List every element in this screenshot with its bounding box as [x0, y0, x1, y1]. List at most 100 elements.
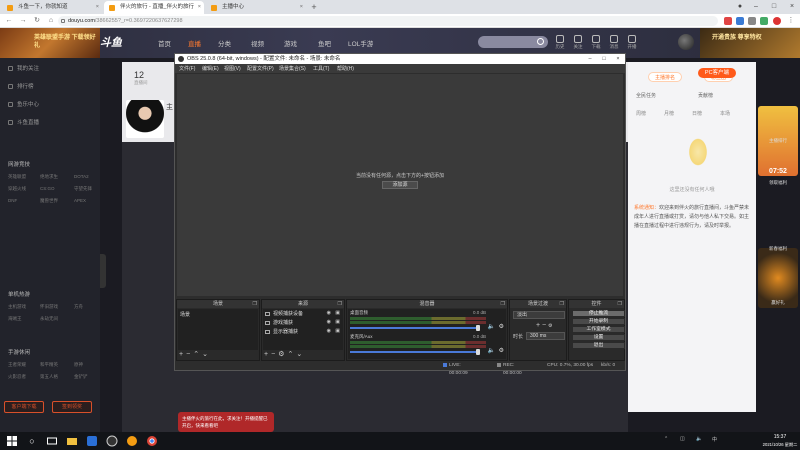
site-logo[interactable]: 斗鱼 — [100, 34, 140, 50]
windows-start-icon[interactable] — [6, 435, 18, 447]
visibility-eye-icon[interactable]: ◉ — [327, 319, 331, 325]
sidebar-section-title[interactable]: 网游竞技 — [8, 160, 30, 168]
lock-icon[interactable]: ▣ — [335, 310, 340, 316]
lock-icon[interactable]: ▣ — [335, 328, 340, 334]
sidebar-section-title[interactable]: 单机热游 — [8, 290, 30, 298]
minimize-button[interactable]: – — [748, 0, 764, 14]
extension-icon[interactable] — [736, 17, 744, 25]
sidebar-cell[interactable]: DOTA2 — [74, 174, 89, 179]
tab-contrib[interactable]: 贡献榜 — [698, 92, 713, 99]
sidebar-cell[interactable]: 英雄联盟 — [8, 174, 26, 180]
nav-home[interactable]: 首页 — [158, 38, 171, 48]
obs-minimize-button[interactable]: – — [583, 54, 597, 64]
volume-slider[interactable] — [350, 327, 478, 329]
nav-game[interactable]: 游戏 — [284, 38, 297, 48]
sidebar-cell[interactable]: 守望先锋 — [74, 186, 92, 192]
visibility-eye-icon[interactable]: ◉ — [327, 310, 331, 316]
menu-file[interactable]: 文件(F) — [179, 65, 195, 72]
sidebar-cell[interactable]: 和平精英 — [40, 362, 58, 368]
sidebar-cell[interactable]: 主机游戏 — [8, 304, 26, 310]
forward-icon[interactable]: → — [18, 16, 28, 26]
user-avatar[interactable] — [678, 34, 694, 50]
visibility-eye-icon[interactable]: ◉ — [327, 328, 331, 334]
add-source-button[interactable]: 添加源 — [382, 181, 418, 189]
gear-icon[interactable]: ⚙ — [548, 323, 552, 329]
source-list[interactable]: 视频捕获设备 ◉ ▣ 游戏捕获 ◉ ▣ 显示器捕获 ◉ ▣ — [263, 309, 343, 350]
studio-mode-button[interactable]: 工作室模式 — [572, 326, 625, 333]
menu-tools[interactable]: 工具(T) — [313, 65, 329, 72]
menu-scene-collection[interactable]: 场景集合(S) — [279, 65, 306, 72]
reload-icon[interactable]: ↻ — [32, 16, 42, 26]
subtab-month[interactable]: 月榜 — [664, 110, 674, 117]
sidebar-cell[interactable]: 原神 — [74, 362, 83, 368]
start-recording-button[interactable]: 开始录制 — [572, 318, 625, 325]
menu-help[interactable]: 帮助(H) — [337, 65, 354, 72]
undock-icon[interactable]: ❐ — [338, 300, 342, 308]
sidebar-cell[interactable]: APEX — [74, 198, 86, 203]
pc-client-badge[interactable]: PC客户端 — [698, 68, 736, 78]
duration-spinbox[interactable]: 300 ms — [526, 332, 565, 340]
close-window-button[interactable]: × — [784, 0, 800, 14]
menu-profile[interactable]: 配置文件(P) — [247, 65, 274, 72]
list-item[interactable]: 显示器捕获 — [265, 328, 298, 335]
follow-toast[interactable]: 主播伴火的旅行在此，求关注！开播提醒已开启，快来看看吧 — [178, 412, 274, 432]
volume-slider-handle[interactable] — [476, 325, 480, 331]
menu-icon[interactable]: ⋮ — [787, 17, 795, 25]
puzzle-icon[interactable] — [748, 17, 756, 25]
obs-taskbar-icon[interactable] — [106, 435, 118, 447]
file-explorer-icon[interactable] — [66, 435, 78, 447]
transition-select[interactable]: 淡出 — [513, 311, 565, 319]
sidebar-cell[interactable]: 穿越火线 — [8, 186, 26, 192]
client-download-button[interactable]: 客户端下载 — [4, 401, 44, 413]
message-button[interactable]: 消息 — [608, 35, 620, 50]
move-up-icon[interactable]: ⌃ — [193, 351, 202, 358]
sidebar-item-rank[interactable]: 排行榜 — [8, 82, 34, 90]
move-down-icon[interactable]: ⌄ — [296, 351, 305, 358]
noble-promo-banner[interactable]: 开通贵族 尊享特权 — [700, 28, 800, 58]
menu-edit[interactable]: 编辑(E) — [202, 65, 219, 72]
sidebar-item-douyu[interactable]: 斗鱼直播 — [8, 118, 39, 126]
sidebar-cell[interactable]: 金铲铲 — [74, 374, 88, 380]
gear-icon[interactable]: ⚙ — [499, 323, 504, 330]
undock-icon[interactable]: ❐ — [253, 300, 257, 308]
move-down-icon[interactable]: ⌄ — [202, 351, 211, 358]
activity-tile-event[interactable] — [758, 248, 798, 308]
sidebar-cell[interactable]: 方舟 — [74, 304, 83, 310]
sidebar-item-fun[interactable]: 鱼乐中心 — [8, 100, 39, 108]
browser-tab-2[interactable]: 伴火的旅行 - 直播_伴火的旅行 × — [104, 1, 204, 14]
obs-close-button[interactable]: × — [611, 54, 625, 64]
list-item[interactable]: 场景 — [180, 311, 190, 318]
search-icon[interactable]: ○ — [26, 435, 38, 447]
extension-icon[interactable] — [760, 17, 768, 25]
volume-slider[interactable] — [350, 351, 478, 353]
exit-button[interactable]: 退出 — [572, 342, 625, 349]
maximize-button[interactable]: □ — [766, 0, 782, 14]
extension-icon[interactable] — [724, 17, 732, 25]
go-live-button[interactable]: 开播 — [626, 35, 638, 50]
move-up-icon[interactable]: ⌃ — [287, 351, 296, 358]
nav-category[interactable]: 分类 — [218, 38, 231, 48]
avatar[interactable] — [773, 17, 781, 25]
task-view-icon[interactable] — [46, 435, 58, 447]
volume-icon[interactable]: 🔈 — [696, 436, 702, 442]
close-tab-icon[interactable]: × — [198, 1, 201, 14]
tray-chevron-icon[interactable]: ⌃ — [664, 436, 668, 442]
sidebar-collapse-handle[interactable] — [100, 254, 106, 288]
nav-video[interactable]: 视频 — [251, 38, 264, 48]
streamer-rank-button[interactable]: 主播排名 — [648, 72, 683, 82]
scene-list[interactable]: 场景 — [178, 309, 258, 350]
nav-lol-mobile[interactable]: LOL手游 — [348, 38, 373, 48]
sidebar-section-title[interactable]: 手游休闲 — [8, 348, 30, 356]
checkin-button[interactable]: 签到领奖 — [52, 401, 92, 413]
browser-tab-3[interactable]: 主播中心 × — [206, 1, 306, 14]
sidebar-item-follow[interactable]: 我的关注 — [8, 64, 39, 72]
home-icon[interactable]: ⌂ — [46, 16, 56, 26]
follow-button[interactable]: 关注 — [572, 35, 584, 50]
undock-icon[interactable]: ❐ — [501, 300, 505, 308]
obs-maximize-button[interactable]: □ — [597, 54, 611, 64]
search-icon[interactable] — [537, 38, 544, 45]
nav-live[interactable]: 直播 — [188, 38, 201, 48]
list-item[interactable]: 游戏捕获 — [265, 319, 293, 326]
url-input[interactable]: douyu.com/3866255?_r=0.3697220637627298 — [58, 16, 718, 26]
back-icon[interactable]: ← — [4, 16, 14, 26]
